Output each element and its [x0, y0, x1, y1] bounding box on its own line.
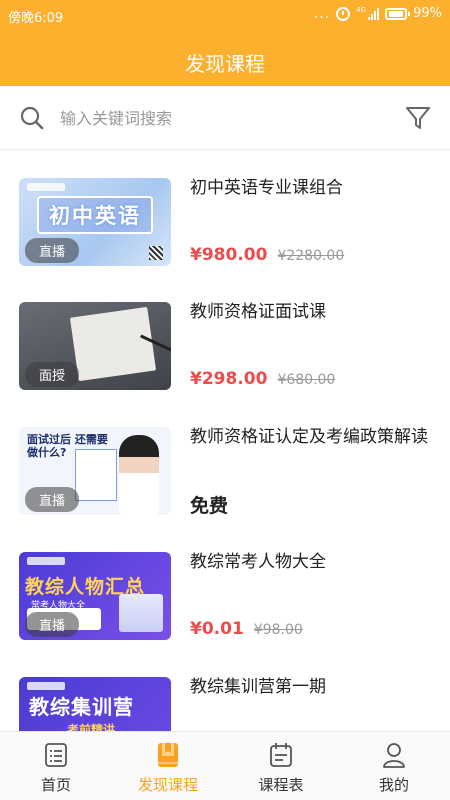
bottom-tab-bar: 首页 发现课程 课程表 我的 — [0, 731, 450, 800]
course-thumbnail[interactable]: 面试过后 还需要做什么? 直播 — [19, 427, 171, 515]
tab-mine[interactable]: 我的 — [338, 732, 450, 800]
course-item[interactable]: 教综集训营 考前精讲 教综集训营第一期 — [0, 677, 450, 731]
tab-home[interactable]: 首页 — [0, 732, 112, 800]
course-type-badge: 直播 — [25, 238, 80, 263]
course-title: 教师资格证面试课 — [190, 302, 326, 322]
battery-icon — [385, 7, 411, 20]
thumbnail-subheading: 考前精讲 — [67, 723, 116, 731]
course-thumbnail[interactable]: 教综集训营 考前精讲 — [19, 677, 171, 731]
tab-label: 课程表 — [258, 776, 304, 794]
teacher-illustration — [119, 435, 159, 515]
paper-illustration — [69, 306, 157, 382]
course-price: ¥980.00 — [190, 245, 268, 265]
search-bar — [0, 86, 450, 150]
price-row: ¥980.00 ¥2280.00 — [190, 245, 344, 265]
brand-logo — [27, 183, 65, 191]
page-title: 发现课程 — [185, 52, 265, 76]
tab-schedule[interactable]: 课程表 — [225, 732, 337, 800]
search-icon[interactable] — [20, 106, 44, 130]
course-title: 教综集训营第一期 — [190, 677, 326, 697]
course-type-badge: 直播 — [25, 487, 80, 512]
course-item[interactable]: 初中英语 直播 初中英语专业课组合 ¥980.00 ¥2280.00 — [0, 178, 450, 288]
course-type-badge: 直播 — [25, 612, 80, 637]
user-icon — [383, 743, 405, 768]
tab-discover-courses[interactable]: 发现课程 — [112, 732, 224, 800]
boxes-illustration — [119, 594, 163, 632]
course-title: 教综常考人物大全 — [190, 552, 326, 572]
tab-label: 首页 — [40, 776, 71, 794]
network-type: 4G — [356, 6, 367, 14]
info-panel-illustration — [75, 449, 117, 501]
price-row: ¥298.00 ¥680.00 — [190, 369, 335, 389]
original-price: ¥2280.00 — [277, 248, 345, 264]
course-item[interactable]: 面授 教师资格证面试课 ¥298.00 ¥680.00 — [0, 302, 450, 412]
original-price: ¥680.00 — [277, 372, 336, 388]
course-price-free: 免费 — [190, 495, 229, 517]
course-type-badge: 面授 — [25, 362, 80, 387]
thumbnail-heading: 初中英语 — [37, 196, 153, 234]
schedule-icon — [270, 743, 292, 767]
original-price: ¥98.00 — [253, 622, 303, 638]
book-icon — [158, 743, 178, 767]
course-item[interactable]: 面试过后 还需要做什么? 直播 教师资格证认定及考编政策解读 免费 — [0, 427, 450, 537]
course-item[interactable]: 教综人物汇总 常考人物大全 直播 教综常考人物大全 ¥0.01 ¥98.00 — [0, 552, 450, 662]
tab-label: 我的 — [378, 776, 409, 794]
qr-code-icon — [149, 246, 163, 260]
course-title: 教师资格证认定及考编政策解读 — [190, 427, 428, 447]
brand-logo — [27, 557, 65, 565]
course-title: 初中英语专业课组合 — [190, 178, 343, 198]
status-time: 傍晚6:09 — [8, 11, 64, 26]
battery-percent: 99% — [413, 6, 442, 21]
course-thumbnail[interactable]: 面授 — [19, 302, 171, 390]
brand-logo — [27, 682, 65, 690]
course-thumbnail[interactable]: 初中英语 直播 — [19, 178, 171, 266]
course-price: ¥0.01 — [190, 619, 244, 639]
thumbnail-heading: 教综集训营 — [29, 695, 134, 719]
search-input[interactable] — [60, 104, 380, 132]
home-list-icon — [45, 743, 67, 767]
course-thumbnail[interactable]: 教综人物汇总 常考人物大全 直播 — [19, 552, 171, 640]
filter-icon[interactable] — [404, 104, 432, 132]
status-bar: 傍晚6:09 ... 4G 99% — [0, 0, 450, 30]
tab-label: 发现课程 — [137, 776, 198, 794]
app-header: 傍晚6:09 ... 4G 99% 发现课程 — [0, 0, 450, 86]
signal-icon — [368, 7, 380, 20]
alarm-icon — [336, 6, 351, 21]
course-price: ¥298.00 — [190, 369, 268, 389]
status-icons: ... 4G 99% — [314, 6, 442, 21]
more-dots-icon: ... — [313, 5, 331, 22]
price-row: ¥0.01 ¥98.00 — [190, 619, 303, 639]
